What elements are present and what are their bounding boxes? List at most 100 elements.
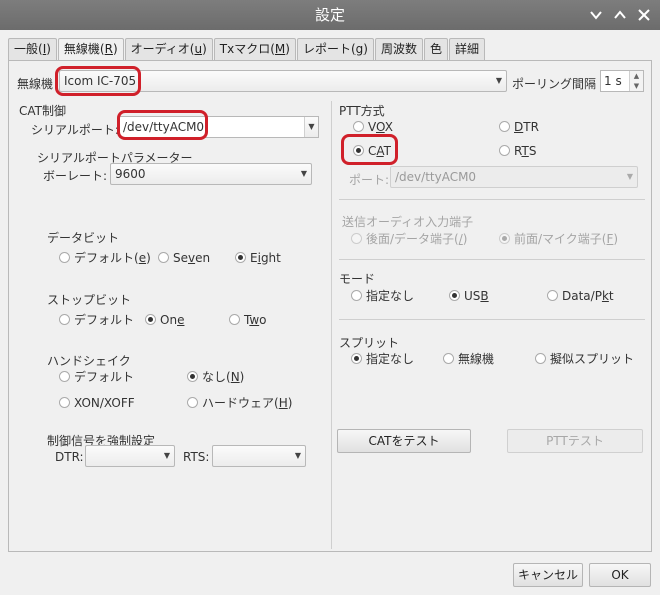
maximize-button[interactable] bbox=[610, 5, 630, 25]
radio-icon bbox=[449, 290, 460, 301]
serial-port-combo[interactable]: /dev/ttyACM0 ▼ bbox=[119, 116, 319, 138]
chevron-down-icon: ▼ bbox=[626, 172, 633, 181]
polling-interval-spinbox[interactable]: 1 s ▲ ▼ bbox=[600, 70, 644, 92]
ok-button[interactable]: OK bbox=[589, 563, 651, 587]
mode-title: モード bbox=[339, 272, 376, 286]
mode-none-radio[interactable]: 指定なし bbox=[351, 288, 414, 304]
baud-rate-select[interactable]: 9600 ▼ bbox=[110, 163, 312, 185]
handshake-xonxoff-radio[interactable]: XON/XOFF bbox=[59, 395, 135, 411]
radio-icon bbox=[547, 290, 558, 301]
chevron-down-icon: ▼ bbox=[163, 451, 170, 460]
separator bbox=[339, 199, 645, 200]
radio-icon bbox=[59, 252, 70, 263]
stopbits-default-radio[interactable]: デフォルト bbox=[59, 312, 134, 328]
rig-select-value: Icom IC-705 bbox=[64, 74, 137, 88]
baud-rate-value: 9600 bbox=[115, 167, 146, 181]
stopbits-two-radio[interactable]: Two bbox=[229, 312, 267, 328]
radio-settings-panel: 無線機 Icom IC-705 ▼ ポーリング間隔 1 s ▲ ▼ CAT制御 シ… bbox=[8, 60, 652, 552]
handshake-title: ハンドシェイク bbox=[47, 354, 131, 368]
close-icon bbox=[638, 9, 650, 21]
radio-icon bbox=[351, 233, 362, 244]
handshake-default-radio[interactable]: デフォルト bbox=[59, 369, 134, 385]
dtr-select[interactable]: ▼ bbox=[85, 445, 175, 467]
radio-icon bbox=[158, 252, 169, 263]
spin-arrows-icon[interactable]: ▲ ▼ bbox=[629, 71, 643, 91]
radio-icon bbox=[187, 397, 198, 408]
rts-label: RTS: bbox=[183, 450, 210, 464]
radio-icon bbox=[229, 314, 240, 325]
tab-audio[interactable]: オーディオ(u) bbox=[124, 38, 213, 60]
stopbits-title: ストップビット bbox=[47, 293, 132, 307]
chevron-down-icon bbox=[590, 11, 602, 20]
column-divider bbox=[331, 101, 332, 549]
databits-default-radio[interactable]: デフォルト(e) bbox=[59, 250, 151, 266]
split-fake-radio[interactable]: 擬似スプリット bbox=[535, 351, 634, 367]
databits-eight-radio[interactable]: Eight bbox=[235, 250, 281, 266]
ptt-rts-radio[interactable]: RTS bbox=[499, 143, 536, 159]
ptt-port-select[interactable]: /dev/ttyACM0 ▼ bbox=[390, 166, 638, 188]
mode-data-radio[interactable]: Data/Pkt bbox=[547, 288, 614, 304]
ptt-cat-radio[interactable]: CAT bbox=[353, 143, 391, 159]
ptt-port-value: /dev/ttyACM0 bbox=[395, 170, 477, 184]
serial-port-label: シリアルポート: bbox=[31, 123, 119, 137]
radio-icon bbox=[499, 233, 510, 244]
radio-icon bbox=[353, 121, 364, 132]
polling-interval-value: 1 s bbox=[604, 74, 622, 88]
settings-window: 設定 一般(I) 無線機(R) オーディオ(u) Txマクロ(M) レポート(g… bbox=[0, 0, 660, 595]
radio-icon bbox=[353, 145, 364, 156]
mode-usb-radio[interactable]: USB bbox=[449, 288, 489, 304]
rts-select[interactable]: ▼ bbox=[212, 445, 306, 467]
handshake-none-radio[interactable]: なし(N) bbox=[187, 369, 244, 385]
test-ptt-button[interactable]: PTTテスト bbox=[507, 429, 643, 453]
radio-icon bbox=[187, 371, 198, 382]
window-title: 設定 bbox=[314, 6, 345, 24]
dtr-label: DTR: bbox=[55, 450, 84, 464]
handshake-hardware-radio[interactable]: ハードウェア(H) bbox=[187, 395, 292, 411]
radio-icon bbox=[59, 397, 70, 408]
tab-advanced[interactable]: 詳細 bbox=[448, 38, 485, 60]
rig-select[interactable]: Icom IC-705 ▼ bbox=[59, 70, 507, 92]
radio-icon bbox=[235, 252, 246, 263]
tab-radio[interactable]: 無線機(R) bbox=[57, 38, 124, 61]
tx-audio-rear-radio[interactable]: 後面/データ端子(/) bbox=[351, 231, 467, 247]
separator bbox=[339, 319, 645, 320]
baud-label: ボーレート: bbox=[43, 169, 108, 183]
split-none-radio[interactable]: 指定なし bbox=[351, 351, 414, 367]
radio-icon bbox=[351, 290, 362, 301]
radio-icon bbox=[59, 371, 70, 382]
radio-icon bbox=[351, 353, 362, 364]
chevron-down-icon: ▼ bbox=[300, 169, 307, 178]
stopbits-one-radio[interactable]: One bbox=[145, 312, 184, 328]
chevron-down-icon: ▼ bbox=[294, 451, 301, 460]
cat-group-title: CAT制御 bbox=[19, 104, 66, 118]
tab-colors[interactable]: 色 bbox=[423, 38, 448, 60]
radio-icon bbox=[499, 145, 510, 156]
databits-title: データビット bbox=[47, 231, 120, 245]
chevron-down-icon[interactable]: ▼ bbox=[304, 117, 318, 137]
ptt-group-title: PTT方式 bbox=[339, 104, 385, 118]
radio-icon bbox=[443, 353, 454, 364]
close-button[interactable] bbox=[634, 5, 654, 25]
serial-port-value: /dev/ttyACM0 bbox=[123, 120, 205, 134]
tab-general[interactable]: 一般(I) bbox=[8, 38, 57, 60]
tab-reporting[interactable]: レポート(g) bbox=[296, 38, 374, 60]
chevron-up-icon bbox=[614, 10, 626, 19]
tab-tx-macros[interactable]: Txマクロ(M) bbox=[213, 38, 296, 60]
radio-icon bbox=[535, 353, 546, 364]
separator bbox=[339, 259, 645, 260]
radio-icon bbox=[145, 314, 156, 325]
chevron-down-icon: ▼ bbox=[495, 76, 502, 85]
split-rig-radio[interactable]: 無線機 bbox=[443, 351, 494, 367]
radio-icon bbox=[59, 314, 70, 325]
tx-audio-front-radio[interactable]: 前面/マイク端子(F) bbox=[499, 231, 618, 247]
tab-frequencies[interactable]: 周波数 bbox=[374, 38, 423, 60]
tx-audio-title: 送信オーディオ入力端子 bbox=[342, 215, 474, 229]
rig-label: 無線機 bbox=[17, 77, 54, 91]
polling-label: ポーリング間隔 bbox=[512, 77, 597, 91]
cancel-button[interactable]: キャンセル bbox=[513, 563, 583, 587]
test-cat-button[interactable]: CATをテスト bbox=[337, 429, 471, 453]
minimize-button[interactable] bbox=[586, 5, 606, 25]
ptt-vox-radio[interactable]: VOX bbox=[353, 119, 393, 135]
databits-seven-radio[interactable]: Seven bbox=[158, 250, 210, 266]
ptt-dtr-radio[interactable]: DTR bbox=[499, 119, 539, 135]
